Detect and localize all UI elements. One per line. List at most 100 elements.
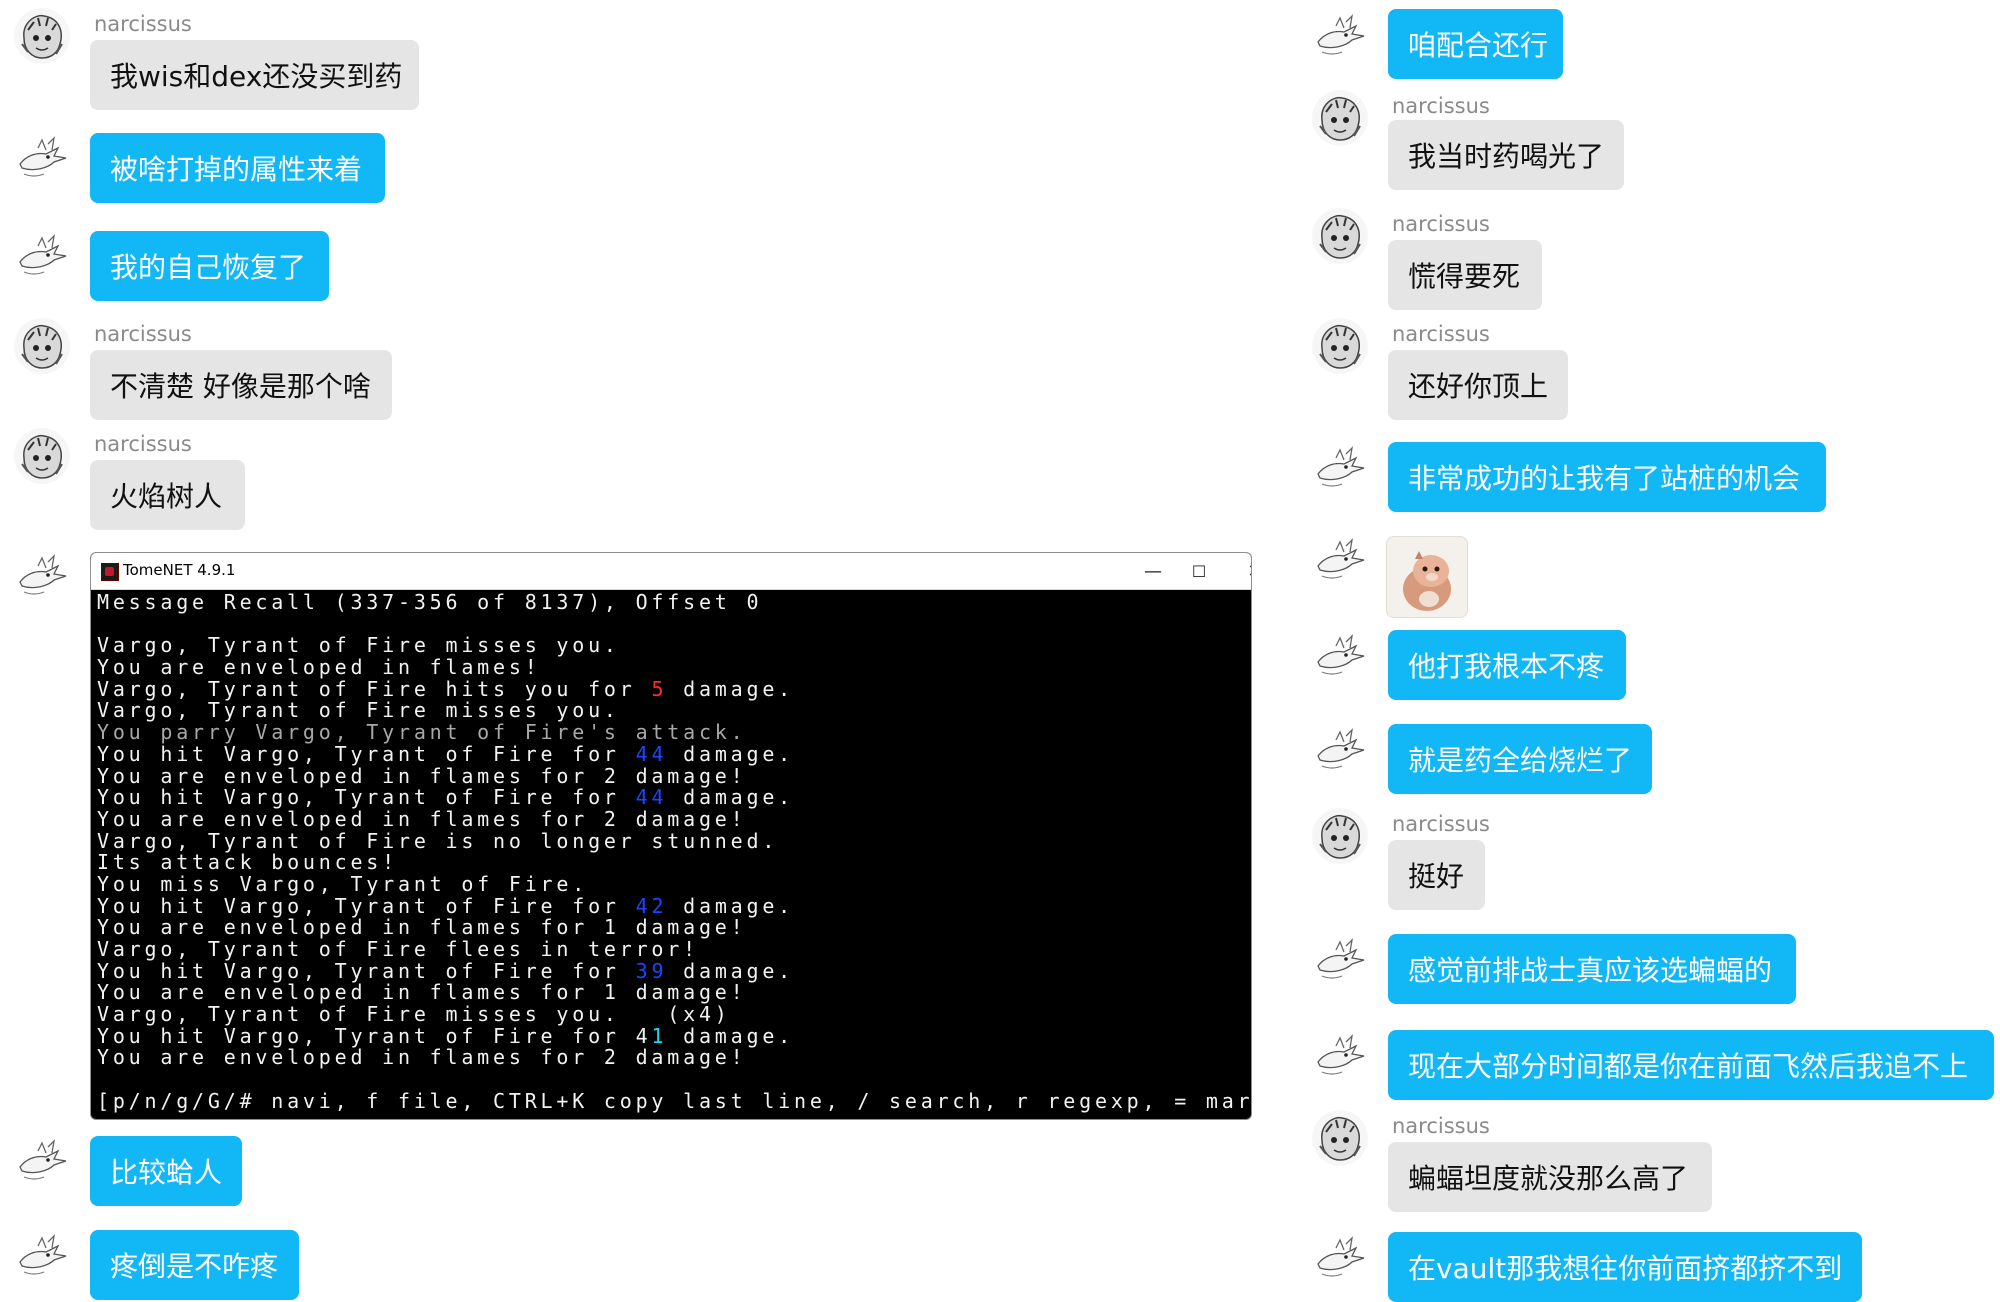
avatar-narcissus[interactable]	[1312, 90, 1368, 146]
log-line: Vargo, Tyrant of Fire misses you.	[97, 635, 1245, 657]
terminal-body: Message Recall (337-356 of 8137), Offset…	[91, 590, 1251, 1113]
log-line: You are enveloped in flames for 1 damage…	[97, 982, 1245, 1004]
log-text: You hit Vargo, Tyrant of Fire for	[97, 785, 636, 810]
avatar-self[interactable]	[14, 1228, 70, 1284]
maximize-icon[interactable]: ☐	[1171, 553, 1227, 589]
damage-number: 44	[635, 785, 668, 810]
terminal-titlebar: TomeNET 4.9.1 — ☐ ✕	[91, 553, 1251, 590]
log-text: Vargo, Tyrant of Fire hits you for	[97, 676, 652, 701]
log-line: You are enveloped in flames for 2 damage…	[97, 1047, 1245, 1069]
log-text: damage.	[667, 958, 795, 983]
avatar-self[interactable]	[1312, 1230, 1368, 1286]
sender-name: narcissus	[1392, 812, 1490, 836]
log-text: Vargo, Tyrant of Fire misses you.	[97, 698, 620, 723]
log-text: You are enveloped in flames!	[97, 655, 541, 680]
avatar-self[interactable]	[14, 548, 70, 604]
log-line: You hit Vargo, Tyrant of Fire for 44 dam…	[97, 741, 1245, 766]
sender-name: narcissus	[1392, 94, 1490, 118]
avatar-self[interactable]	[1312, 440, 1368, 496]
log-line: You are enveloped in flames for 1 damage…	[97, 915, 1245, 940]
avatar-self[interactable]	[1312, 532, 1368, 588]
avatar-narcissus[interactable]	[14, 318, 70, 374]
log-line: Vargo, Tyrant of Fire is no longer stunn…	[97, 828, 1245, 853]
sticker-image[interactable]	[1386, 536, 1468, 618]
message-bubble[interactable]: 在vault那我想往你前面挤都挤不到	[1388, 1232, 1862, 1302]
log-text: damage.	[667, 1023, 795, 1048]
log-text: You are enveloped in flames for 1 damage…	[97, 915, 747, 940]
log-text: You parry Vargo, Tyrant of Fire's attack…	[97, 720, 747, 745]
log-text: You hit Vargo, Tyrant of Fire for	[97, 958, 636, 983]
log-text: Vargo, Tyrant of Fire flees in terror!	[97, 937, 699, 961]
log-text: You hit Vargo, Tyrant of Fire for	[97, 893, 636, 918]
log-line: Vargo, Tyrant of Fire flees in terror!	[97, 937, 1245, 961]
avatar-narcissus[interactable]	[14, 8, 70, 64]
damage-number: 5	[651, 676, 668, 701]
log-text: damage.	[667, 893, 795, 918]
sender-name: narcissus	[1392, 1114, 1490, 1138]
damage-number: 42	[635, 893, 668, 918]
message-bubble[interactable]: 不清楚 好像是那个啥	[90, 350, 392, 420]
avatar-narcissus[interactable]	[1312, 808, 1368, 864]
log-line: You hit Vargo, Tyrant of Fire for 41 dam…	[97, 1023, 1245, 1048]
message-bubble[interactable]: 现在大部分时间都是你在前面飞然后我追不上	[1388, 1030, 1994, 1100]
terminal-screenshot[interactable]: TomeNET 4.9.1 — ☐ ✕ Message Recall (337-…	[90, 552, 1252, 1120]
terminal-header: Message Recall (337-356 of 8137), Offset…	[97, 590, 763, 614]
message-bubble[interactable]: 他打我根本不疼	[1388, 630, 1626, 700]
log-text: Its attack bounces!	[97, 850, 398, 875]
message-bubble[interactable]: 蝙蝠坦度就没那么高了	[1388, 1142, 1712, 1212]
log-text: You are enveloped in flames for 2 damage…	[97, 806, 747, 831]
avatar-self[interactable]	[1312, 628, 1368, 684]
sender-name: narcissus	[1392, 322, 1490, 346]
message-bubble[interactable]: 比较蛤人	[90, 1136, 242, 1206]
damage-number: 1	[651, 1023, 668, 1048]
avatar-self[interactable]	[1312, 722, 1368, 778]
avatar-self[interactable]	[1312, 8, 1368, 64]
avatar-narcissus[interactable]	[14, 428, 70, 484]
avatar-narcissus[interactable]	[1312, 1110, 1368, 1166]
message-bubble[interactable]: 就是药全给烧烂了	[1388, 724, 1652, 794]
message-bubble[interactable]: 我wis和dex还没买到药	[90, 40, 419, 110]
log-text: Vargo, Tyrant of Fire is no longer stunn…	[97, 828, 779, 853]
avatar-self[interactable]	[14, 1133, 70, 1189]
avatar-self[interactable]	[14, 130, 70, 186]
message-bubble[interactable]: 疼倒是不咋疼	[90, 1230, 299, 1300]
sender-name: narcissus	[94, 322, 192, 346]
avatar-self[interactable]	[1312, 1028, 1368, 1084]
sender-name: narcissus	[94, 432, 192, 456]
log-text: You hit Vargo, Tyrant of Fire for 4	[97, 1023, 652, 1048]
message-bubble[interactable]: 还好你顶上	[1388, 350, 1568, 420]
message-bubble[interactable]: 感觉前排战士真应该选蝙蝠的	[1388, 934, 1796, 1004]
log-line: You miss Vargo, Tyrant of Fire.	[97, 871, 1245, 896]
log-text: Vargo, Tyrant of Fire misses you.	[97, 633, 620, 658]
damage-number: 39	[635, 958, 668, 983]
message-bubble[interactable]: 慌得要死	[1388, 240, 1542, 310]
log-text: You hit Vargo, Tyrant of Fire for	[97, 741, 636, 766]
log-line: You hit Vargo, Tyrant of Fire for 44 dam…	[97, 785, 1245, 810]
log-text: damage.	[667, 676, 795, 701]
log-line: You are enveloped in flames!	[97, 655, 1245, 680]
terminal-footer: [p/n/g/G/# navi, f file, CTRL+K copy las…	[97, 1088, 1252, 1113]
avatar-narcissus[interactable]	[1312, 208, 1368, 264]
log-line: Vargo, Tyrant of Fire misses you.	[97, 700, 1245, 722]
log-line: Its attack bounces!	[97, 850, 1245, 875]
log-line: Vargo, Tyrant of Fire misses you. (x4)	[97, 1003, 1245, 1026]
message-log: Vargo, Tyrant of Fire misses you. You are…	[97, 635, 1245, 1069]
log-line: You are enveloped in flames for 2 damage…	[97, 765, 1245, 788]
log-line: You are enveloped in flames for 2 damage…	[97, 806, 1245, 831]
avatar-self[interactable]	[14, 228, 70, 284]
avatar-self[interactable]	[1312, 932, 1368, 988]
message-bubble[interactable]: 我当时药喝光了	[1388, 120, 1624, 190]
message-bubble[interactable]: 火焰树人	[90, 460, 245, 530]
message-bubble[interactable]: 被啥打掉的属性来着	[90, 133, 385, 203]
tomenet-app-icon	[101, 563, 119, 581]
avatar-narcissus[interactable]	[1312, 318, 1368, 374]
message-bubble[interactable]: 咱配合还行	[1388, 9, 1563, 79]
close-icon[interactable]: ✕	[1227, 553, 1251, 589]
message-bubble[interactable]: 挺好	[1388, 840, 1485, 910]
log-text: You miss Vargo, Tyrant of Fire.	[97, 871, 589, 896]
log-text: You are enveloped in flames for 1 damage…	[97, 980, 747, 1005]
message-bubble[interactable]: 非常成功的让我有了站桩的机会	[1388, 442, 1826, 512]
message-bubble[interactable]: 我的自己恢复了	[90, 231, 329, 301]
terminal-title: TomeNET 4.9.1	[123, 561, 236, 579]
log-text: damage.	[667, 785, 795, 810]
